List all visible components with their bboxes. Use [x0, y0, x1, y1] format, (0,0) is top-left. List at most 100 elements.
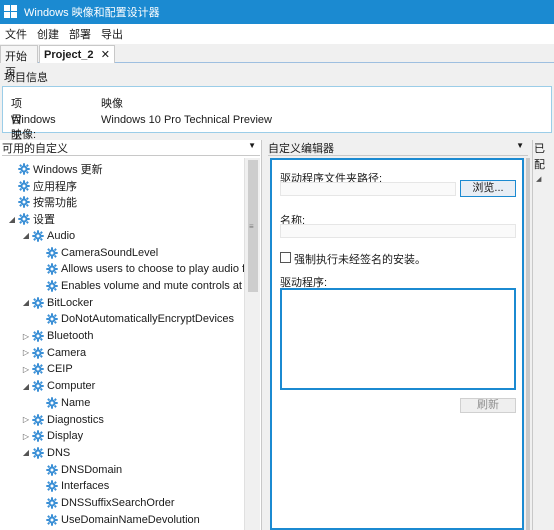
expand-arrow-icon[interactable]: ▷	[20, 415, 32, 424]
gear-icon	[46, 246, 58, 259]
tree-item-label: Enables volume and mute controls at the …	[61, 279, 244, 292]
tree-item[interactable]: ▷ Camera	[20, 345, 86, 361]
tree-item[interactable]: ▷ Display	[20, 428, 83, 444]
project-workflow-value: 映像	[101, 98, 123, 110]
gear-icon	[46, 263, 58, 275]
menu-create[interactable]: 创建	[32, 26, 64, 42]
refresh-button[interactable]: 刷新	[460, 398, 516, 413]
collapse-arrow-icon[interactable]: ◢	[20, 298, 32, 307]
gear-icon	[32, 413, 44, 426]
collapse-arrow-icon[interactable]: ◢	[6, 215, 18, 224]
gear-icon	[18, 196, 30, 209]
right-panel-title: 已配	[534, 143, 545, 171]
expand-arrow-icon[interactable]: ▷	[20, 332, 32, 341]
project-image-value: Windows 10 Pro Technical Preview	[101, 114, 272, 126]
force-unsigned-checkbox[interactable]	[280, 252, 291, 263]
tree-item-label: Bluetooth	[47, 330, 94, 342]
name-input[interactable]	[280, 224, 516, 238]
driver-folder-input[interactable]	[280, 182, 456, 196]
editor-form: 驱动程序文件夹路径: 浏览... 名称: 强制执行未经签名的安装。 驱动程序: …	[270, 158, 524, 530]
tree-item[interactable]: ◢ Computer	[20, 378, 95, 394]
tab-start-page[interactable]: 开始页	[0, 45, 38, 79]
tree-item[interactable]: DNSSuffixSearchOrder	[34, 495, 175, 511]
tree-item-label: Display	[47, 430, 84, 443]
gear-icon	[32, 330, 44, 342]
gear-icon	[46, 397, 58, 409]
tree-item[interactable]: ◢ BitLocker	[20, 295, 93, 311]
tree-item[interactable]: 应用程序	[6, 178, 77, 194]
tree-item-label: DoNotAutomaticallyEncryptDevices	[61, 313, 235, 326]
customization-tree: Windows 更新 应用程序 按需功能 ◢ 设置 ◢ Audio CameraSoundLe…	[0, 158, 244, 530]
chevron-down-icon[interactable]: ▼	[516, 141, 524, 150]
tree-item-label: Name	[61, 396, 91, 409]
right-panel-header: 已配	[534, 140, 554, 171]
menu-export[interactable]: 导出	[96, 26, 128, 42]
tab-bar: 开始页 Project_2 ✕	[0, 44, 554, 79]
tree-item-label: DNSSuffixSearchOrder	[61, 497, 175, 509]
configured-customizations-panel	[532, 140, 554, 530]
menu-file[interactable]: 文件	[0, 26, 32, 42]
tree-item-label: DNS	[47, 446, 71, 459]
tree-item[interactable]: ▷ CEIP	[20, 361, 73, 377]
expand-arrow-icon[interactable]: ▷	[20, 432, 32, 441]
expand-triangle-icon[interactable]: ◢	[536, 175, 541, 183]
expand-arrow-icon[interactable]: ▷	[20, 365, 32, 374]
tree-item[interactable]: Allows users to choose to play audio fro…	[34, 261, 244, 277]
browse-button[interactable]: 浏览...	[460, 180, 516, 197]
drivers-list[interactable]	[280, 288, 516, 390]
tree-item[interactable]: ◢ 设置	[6, 211, 55, 227]
tree-item[interactable]: Windows 更新	[6, 161, 103, 177]
tree-item-label: Diagnostics	[47, 413, 104, 426]
gear-icon	[46, 480, 58, 492]
gear-icon	[18, 213, 30, 225]
left-panel-header: 可用的自定义 ▼	[2, 140, 260, 156]
gear-icon	[32, 430, 44, 442]
left-panel-title: 可用的自定义	[2, 143, 68, 155]
gear-icon	[32, 380, 44, 392]
tree-item-label: Camera	[47, 346, 87, 359]
gear-icon	[46, 280, 58, 292]
gear-icon	[46, 313, 58, 325]
gear-icon	[46, 463, 58, 476]
menu-deploy[interactable]: 部署	[64, 26, 96, 42]
scrollbar-grip-icon: ≡	[249, 222, 254, 231]
gear-icon	[18, 163, 30, 175]
expand-arrow-icon[interactable]: ▷	[20, 348, 32, 357]
tree-item-label: Computer	[47, 380, 96, 393]
collapse-arrow-icon[interactable]: ◢	[20, 448, 32, 457]
tree-item[interactable]: ◢ Audio	[20, 228, 75, 244]
tree-item[interactable]: ◢ DNS	[20, 445, 70, 461]
tree-item-label: 按需功能	[33, 197, 77, 210]
project-image-key: Windows 映像:	[11, 114, 56, 141]
mid-panel-title: 自定义编辑器	[268, 143, 334, 155]
tree-item[interactable]: CameraSoundLevel	[34, 245, 158, 261]
chevron-down-icon[interactable]: ▼	[248, 141, 256, 150]
tab-project-label: Project_2	[44, 48, 94, 61]
gear-icon	[46, 497, 58, 509]
tree-item[interactable]: DoNotAutomaticallyEncryptDevices	[34, 311, 234, 327]
tree-item[interactable]: UseDomainNameDevolution	[34, 512, 200, 528]
close-icon[interactable]: ✕	[101, 48, 110, 61]
tree-item[interactable]: 按需功能	[6, 194, 77, 210]
tree-item-label: CEIP	[47, 363, 73, 376]
tab-project[interactable]: Project_2 ✕	[39, 45, 115, 63]
tree-item-label: DNSDomain	[61, 463, 123, 476]
tree-item[interactable]: Enables volume and mute controls at the …	[34, 278, 244, 294]
tree-item[interactable]: Name	[34, 395, 90, 411]
collapse-arrow-icon[interactable]: ◢	[20, 231, 32, 240]
tree-item-label: 应用程序	[33, 180, 77, 193]
gear-icon	[46, 513, 58, 526]
menu-bar: 文件 创建 部署 导出	[0, 24, 554, 44]
gear-icon	[32, 296, 44, 309]
project-info-heading: 项目信息	[4, 72, 48, 84]
tree-item-label: Audio	[47, 229, 76, 242]
editor-scrollbar[interactable]	[526, 158, 530, 530]
collapse-arrow-icon[interactable]: ◢	[20, 382, 32, 391]
tree-item[interactable]: DNSDomain	[34, 462, 122, 478]
tree-item-label: CameraSoundLevel	[61, 246, 159, 259]
tree-item-label: Windows 更新	[33, 164, 103, 176]
tree-item[interactable]: Interfaces	[34, 478, 109, 494]
tree-item[interactable]: ▷ Bluetooth	[20, 328, 94, 344]
tree-scrollbar[interactable]: ≡	[244, 158, 260, 530]
tree-item[interactable]: ▷ Diagnostics	[20, 412, 104, 428]
